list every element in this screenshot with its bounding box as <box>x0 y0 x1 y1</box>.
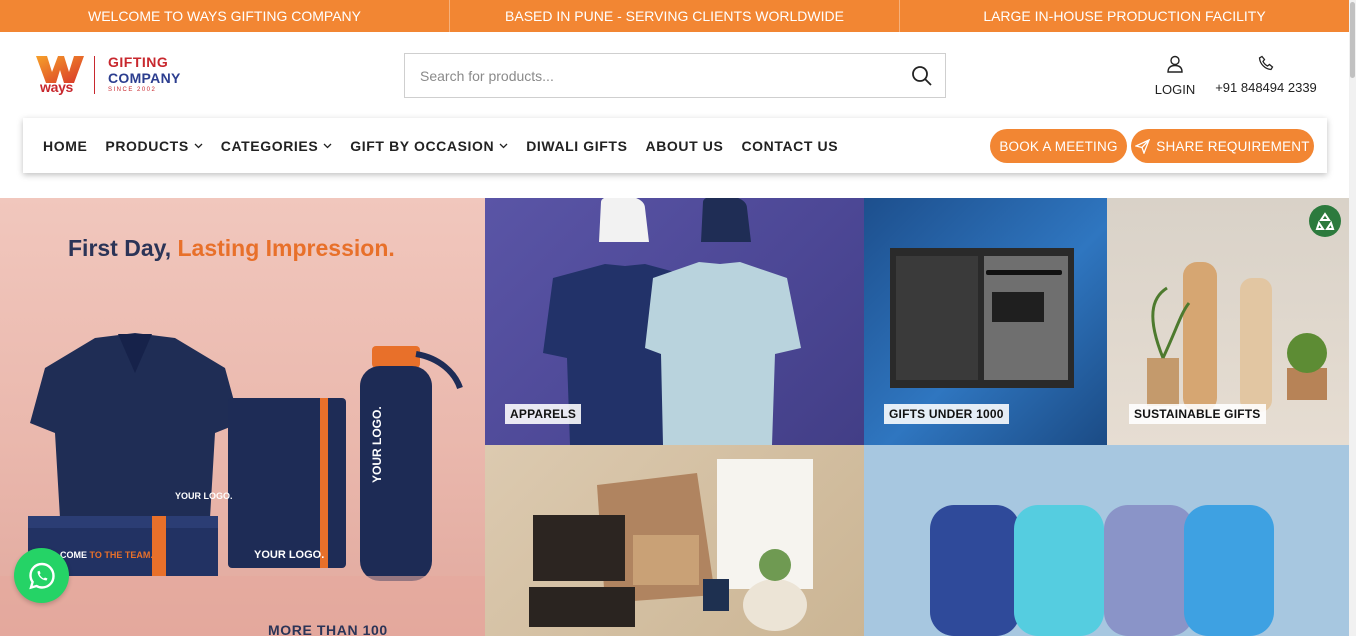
hero-product-illustration <box>0 333 485 636</box>
user-icon <box>1167 55 1183 73</box>
hero-box-text-part2: TO THE TEAM. <box>89 550 153 560</box>
packaging-illustration <box>529 459 813 631</box>
phone-number: +91 848494 2339 <box>1215 80 1317 95</box>
phone-icon <box>1258 55 1274 71</box>
nav-item-label: PRODUCTS <box>105 137 189 154</box>
logo-line-1: GIFTING <box>108 54 169 70</box>
share-requirement-button[interactable]: SHARE REQUIREMENT <box>1131 129 1314 163</box>
chevron-down-icon <box>194 143 203 149</box>
hero-box-text-part1: COME <box>60 550 90 560</box>
nav-item-about-us[interactable]: ABOUT US <box>646 138 724 154</box>
chevron-down-icon <box>323 143 332 149</box>
hero-notebook-logo-text: YOUR LOGO. <box>254 549 325 561</box>
logo-line-2: COMPANY <box>108 70 181 86</box>
login-label: LOGIN <box>1154 82 1196 97</box>
hero-shirt-logo-text: YOUR LOGO. <box>175 491 233 501</box>
book-meeting-button[interactable]: BOOK A MEETING <box>990 129 1127 163</box>
hero-banner[interactable]: First Day, Lasting Impression. YOUR LOGO… <box>0 198 485 636</box>
nav-item-label: ABOUT US <box>645 137 724 154</box>
tile-label: APPARELS <box>505 404 582 424</box>
category-tile-gifts-under-1000[interactable]: GIFTS UNDER 1000 <box>864 198 1107 445</box>
logo-since: SINCE 2002 <box>108 87 157 93</box>
nav-item-products[interactable]: PRODUCTS <box>105 137 203 154</box>
hero-bottle-logo-text: YOUR LOGO. <box>370 406 384 483</box>
search-icon[interactable] <box>911 65 933 87</box>
page-scrollbar[interactable] <box>1349 0 1356 636</box>
nav-item-contact-us[interactable]: CONTACT US <box>741 138 838 154</box>
tile-label: GIFTS UNDER 1000 <box>884 404 1009 424</box>
nav-item-home[interactable]: HOME <box>43 138 87 154</box>
whatsapp-icon <box>28 562 55 589</box>
logo-divider <box>94 56 95 94</box>
paper-plane-icon <box>1135 138 1151 154</box>
nav-item-label: HOME <box>43 137 88 154</box>
nav-item-label: DIWALI GIFTS <box>526 137 628 154</box>
nav-item-label: CONTACT US <box>741 137 839 154</box>
whatsapp-button[interactable] <box>14 548 69 603</box>
nav-item-gift-by-occasion[interactable]: GIFT BY OCCASION <box>350 138 508 154</box>
category-tile-bags[interactable] <box>864 445 1349 636</box>
category-tile-sustainable-gifts[interactable]: SUSTAINABLE GIFTS <box>1107 198 1349 445</box>
site-logo[interactable]: ways GIFTING COMPANY SINCE 2002 <box>36 52 201 98</box>
search-box <box>404 53 946 98</box>
category-tile-packaging[interactable] <box>485 445 864 636</box>
recycle-icon <box>1309 205 1341 237</box>
announcement-item: WELCOME TO WAYS GIFTING COMPANY <box>0 0 450 32</box>
hero-bottom-text: MORE THAN 100 <box>268 622 388 636</box>
chevron-down-icon <box>499 143 508 149</box>
announcement-bar: WELCOME TO WAYS GIFTING COMPANY BASED IN… <box>0 0 1349 32</box>
nav-item-label: CATEGORIES <box>220 137 319 154</box>
main-navigation: HOME PRODUCTS CATEGORIES GIFT BY OCCASIO… <box>23 118 1327 173</box>
nav-item-diwali-gifts[interactable]: DIWALI GIFTS <box>526 138 627 154</box>
hero-box-text: COME TO THE TEAM. <box>60 550 153 560</box>
nav-item-categories[interactable]: CATEGORIES <box>221 138 333 154</box>
tile-label: SUSTAINABLE GIFTS <box>1129 404 1266 424</box>
search-input[interactable] <box>405 54 905 97</box>
announcement-item: BASED IN PUNE - SERVING CLIENTS WORLDWID… <box>450 0 900 32</box>
login-link[interactable]: LOGIN <box>1150 55 1200 97</box>
category-tile-apparels[interactable]: APPARELS <box>485 198 864 445</box>
announcement-item: LARGE IN-HOUSE PRODUCTION FACILITY <box>983 8 1266 24</box>
share-requirement-label: SHARE REQUIREMENT <box>1156 138 1310 154</box>
backpacks-illustration <box>930 505 1274 636</box>
nav-item-label: GIFT BY OCCASION <box>350 137 495 154</box>
scrollbar-thumb[interactable] <box>1350 2 1355 78</box>
logo-wordmark: ways <box>40 79 74 95</box>
phone-link[interactable]: +91 848494 2339 <box>1212 55 1320 95</box>
